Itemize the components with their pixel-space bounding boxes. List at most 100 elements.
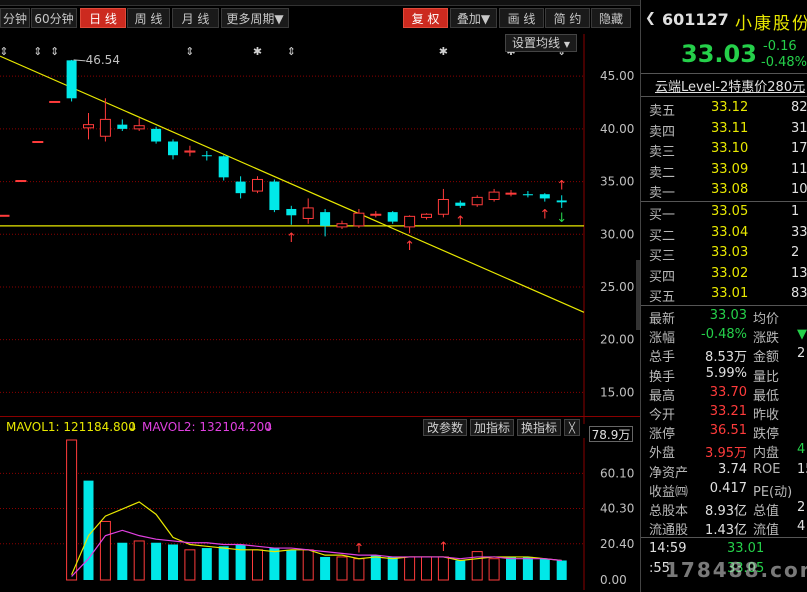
- level2-promo-link[interactable]: 云端Level-2特惠价280元: [655, 76, 805, 95]
- stat-label-2: 总值: [753, 504, 780, 519]
- switch-indicator-button[interactable]: 换指标: [517, 419, 561, 436]
- stat-label: 最新: [649, 312, 676, 327]
- info-marker-icon[interactable]: ⇕: [0, 45, 9, 58]
- bid-price: 33.03: [711, 245, 749, 260]
- candle: [302, 198, 314, 224]
- stat-row[interactable]: 涨停 36.51 跌停: [641, 422, 807, 443]
- bid-row[interactable]: 买二 33.04 33: [641, 224, 807, 244]
- candle: [387, 211, 398, 224]
- candle: [455, 200, 466, 208]
- volume-signal-arrow-icon: ↑: [438, 540, 449, 555]
- period-minute-button[interactable]: 分钟: [0, 8, 30, 28]
- add-indicator-button[interactable]: 加指标: [470, 419, 514, 436]
- ask-row[interactable]: 卖五 33.12 82: [641, 99, 807, 119]
- volume-tick-label: 40.30: [600, 501, 634, 515]
- bid-price: 33.01: [711, 286, 749, 301]
- period-monthly-button[interactable]: 月 线: [172, 8, 219, 28]
- ask-level-label: 卖一: [649, 186, 676, 201]
- period-weekly-button[interactable]: 周 线: [127, 8, 170, 28]
- stat-value: -0.48%: [701, 327, 747, 343]
- tick-row[interactable]: 14:59 33.01: [641, 540, 807, 559]
- draw-line-button[interactable]: 画 线: [499, 8, 544, 28]
- ma-settings-button[interactable]: 设置均线 ▼: [505, 34, 577, 52]
- chevron-down-icon: ▼: [563, 40, 570, 49]
- volume-bar: [539, 558, 550, 580]
- volume-bar: [218, 546, 229, 580]
- stat-row[interactable]: 流通股 1.43亿 流值 4: [641, 518, 807, 539]
- stat-row[interactable]: 净资产 3.74 ROE 15: [641, 461, 807, 481]
- ask-row[interactable]: 卖四 33.11 31: [641, 120, 807, 140]
- bid-volume: 33: [791, 224, 807, 240]
- candle-body: [370, 213, 382, 216]
- change-params-button[interactable]: 改参数: [423, 419, 467, 436]
- ask-level-label: 卖四: [649, 124, 676, 140]
- volume-bar: [455, 560, 466, 580]
- ask-row[interactable]: 卖三 33.10 179: [641, 140, 807, 160]
- candle-body: [15, 180, 27, 183]
- close-indicator-button[interactable]: ╳: [564, 419, 580, 436]
- info-marker-icon[interactable]: ⇕: [33, 45, 42, 58]
- stat-row[interactable]: 涨幅 -0.48% 涨跌 ▼: [641, 326, 807, 346]
- stat-row[interactable]: 最高 33.70 最低: [641, 384, 807, 404]
- volume-bar: [370, 555, 381, 580]
- stat-label: 收益㈣: [649, 484, 689, 500]
- info-marker-icon[interactable]: ⇕: [185, 45, 194, 58]
- stat-label: 换手: [649, 369, 676, 385]
- stat-label-2: 跌停: [753, 427, 780, 443]
- volume-tick-label: 60.10: [600, 466, 634, 480]
- period-daily-button[interactable]: 日 线: [80, 8, 126, 28]
- stat-label: 净资产: [649, 465, 689, 481]
- bid-row[interactable]: 买一 33.05 1: [641, 203, 807, 223]
- stat-row[interactable]: 收益㈣ 0.417 PE(动): [641, 480, 807, 500]
- up-arrow-icon: ↑: [556, 178, 567, 193]
- volume-bar: [387, 556, 398, 580]
- candle-body: [269, 181, 280, 211]
- kline-chart[interactable]: 45.00 40.00 35.00 30.00 25.00 20.00 15.00 ⇕ ⇕ ⇕ ⇕…: [0, 34, 640, 424]
- overlay-dropdown[interactable]: 叠加▼: [450, 8, 497, 28]
- stat-row[interactable]: 总手 8.53万 金额 2: [641, 345, 807, 365]
- hide-button[interactable]: 隐藏: [591, 8, 631, 28]
- mavol1-line: [71, 501, 562, 575]
- bid-row[interactable]: 买五 33.01 83: [641, 285, 807, 305]
- stat-row[interactable]: 最新 33.03 均价: [641, 307, 807, 327]
- bid-row[interactable]: 买三 33.03 2: [641, 244, 807, 264]
- candle-body: [353, 212, 365, 227]
- stock-arrow-icon[interactable]: ❮: [645, 11, 656, 26]
- buy-signal-arrow-icon: ↑: [539, 208, 550, 223]
- stat-row[interactable]: 换手 5.99% 量比: [641, 365, 807, 385]
- volume-bar: [421, 556, 432, 581]
- volume-bar: [151, 542, 162, 580]
- ask-price: 33.11: [711, 120, 749, 136]
- descending-trend-line[interactable]: [0, 55, 585, 313]
- stat-label: 流通股: [649, 523, 689, 539]
- buy-signal-arrow-icon: ↑: [286, 231, 297, 246]
- ask-row[interactable]: 卖一 33.08 10: [641, 181, 807, 201]
- candle: [0, 214, 10, 217]
- info-marker-icon[interactable]: ⇕: [287, 45, 296, 58]
- divider: [641, 201, 807, 202]
- info-marker-icon[interactable]: ⇕: [50, 45, 59, 58]
- stat-value: 3.95万: [705, 446, 747, 462]
- period-60min-button[interactable]: 60分钟: [31, 8, 77, 28]
- stat-value: 8.93亿: [705, 504, 747, 519]
- stat-row[interactable]: 总股本 8.93亿 总值 2: [641, 499, 807, 519]
- trend-line[interactable]: [0, 55, 585, 313]
- star-marker-icon[interactable]: ✱: [439, 45, 448, 58]
- candle: [404, 215, 416, 234]
- simple-mode-button[interactable]: 简 约: [545, 8, 590, 28]
- stock-header: ❮ 601127 小康股份 33.03 -0.16 -0.48%: [641, 0, 807, 72]
- more-periods-dropdown[interactable]: 更多周期▼: [221, 8, 289, 28]
- ask-row[interactable]: 卖二 33.09 116: [641, 161, 807, 181]
- stat-row[interactable]: 外盘 3.95万 内盘 4: [641, 441, 807, 462]
- adjust-rights-button[interactable]: 复 权: [403, 8, 448, 28]
- bid-row[interactable]: 买四 33.02 13: [641, 265, 807, 285]
- stat-value-2: 2: [797, 346, 806, 362]
- divider: [641, 305, 807, 306]
- candle: [15, 180, 27, 183]
- price-tick-label: 20.00: [600, 333, 634, 347]
- stat-row[interactable]: 今开 33.21 昨收: [641, 403, 807, 423]
- volume-bar: [117, 542, 128, 580]
- volume-chart[interactable]: 60.1040.3020.400.00 ↑ ↑: [0, 438, 640, 590]
- star-marker-icon[interactable]: ✱: [253, 45, 262, 58]
- price-tick-label: 45.00: [600, 69, 634, 83]
